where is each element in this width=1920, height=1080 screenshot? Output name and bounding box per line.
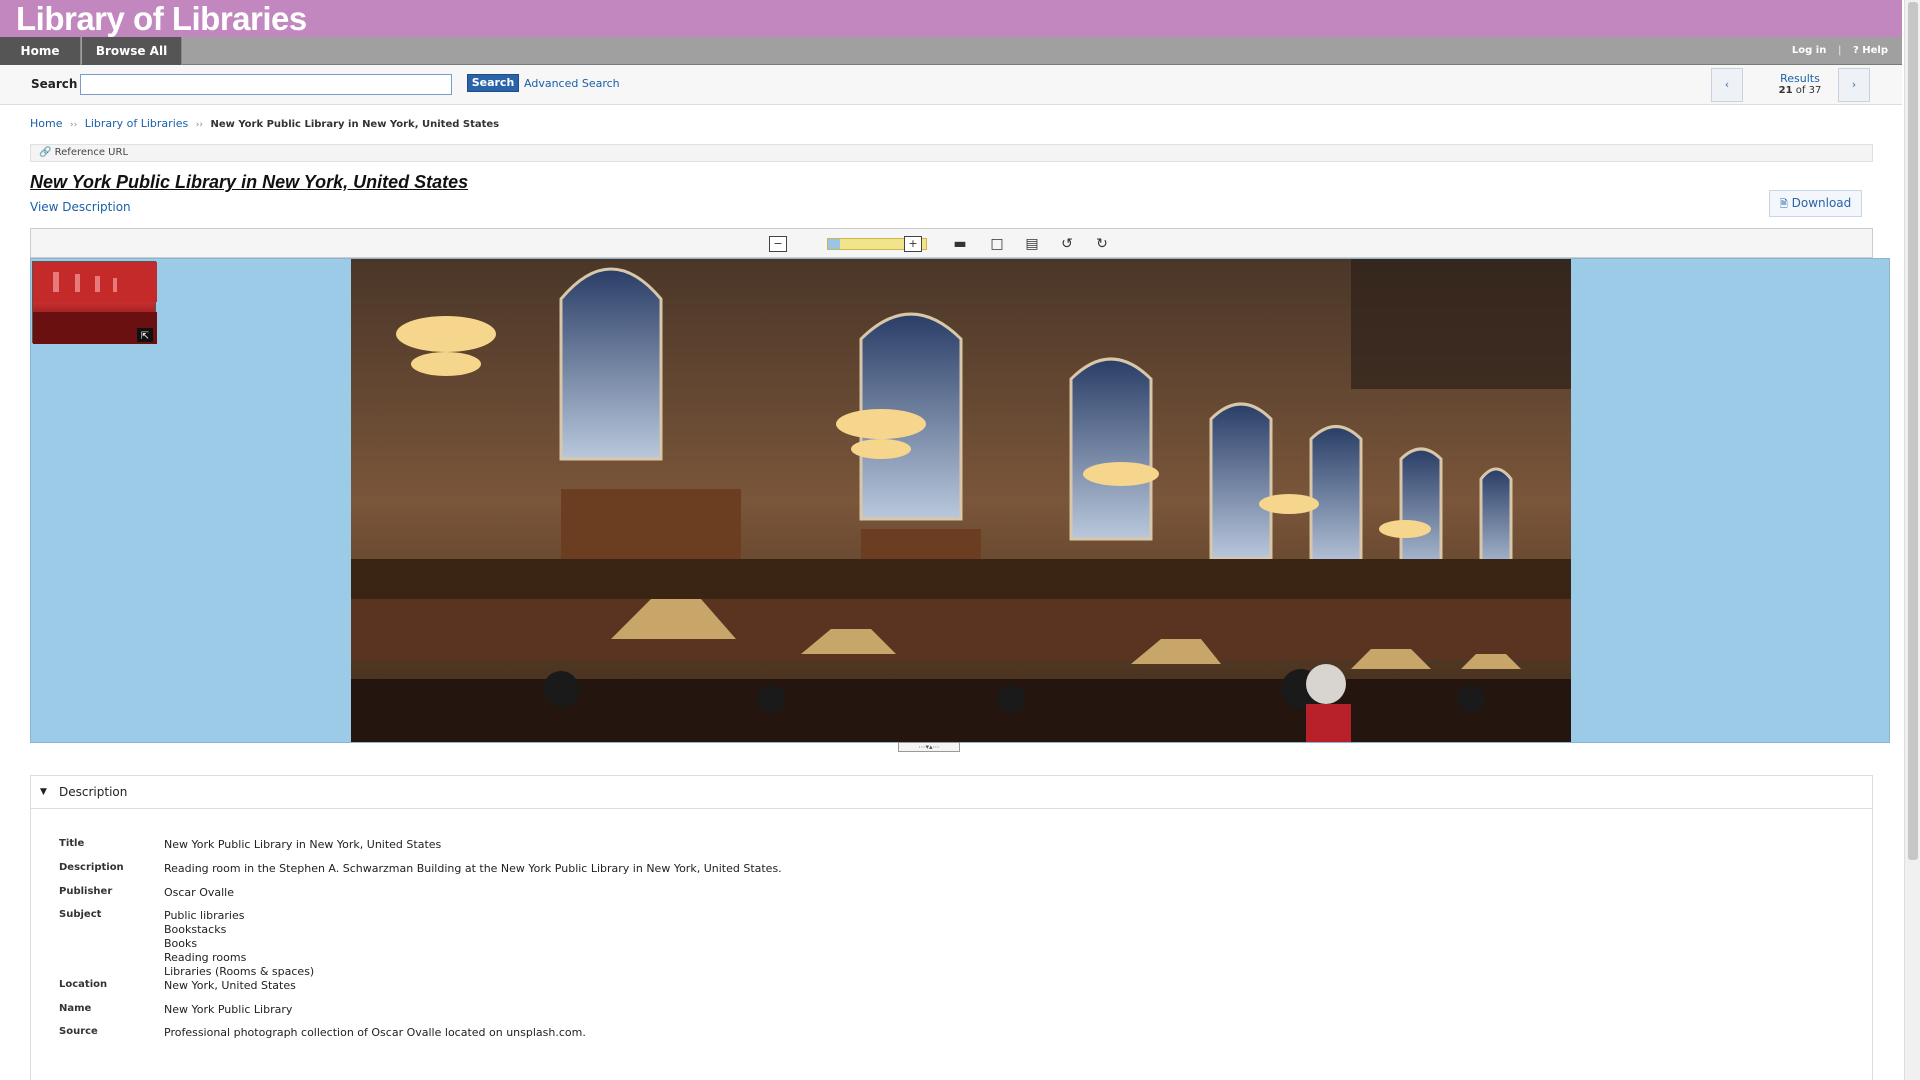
- zoom-level-fill: [828, 239, 840, 249]
- image-viewer[interactable]: ⇱: [30, 258, 1890, 743]
- item-title: New York Public Library in New York, Uni…: [30, 172, 469, 192]
- description-panel: ▼ Description Title New York Public Libra…: [30, 775, 1873, 1080]
- collapse-triangle-icon: ▼: [40, 787, 47, 797]
- download-button[interactable]: 🗎 Download: [1769, 190, 1862, 217]
- fit-page-icon[interactable]: □: [986, 234, 1008, 254]
- results-total: of 37: [1795, 85, 1822, 96]
- main-image: [351, 259, 1571, 742]
- advanced-search-link[interactable]: Advanced Search: [524, 77, 620, 90]
- svg-text:⇱: ⇱: [141, 331, 149, 342]
- subject-item[interactable]: Public libraries: [164, 909, 1564, 923]
- description-field-label: Location: [59, 979, 108, 990]
- breadcrumb-separator: ››: [195, 120, 203, 130]
- viewer-resize-handle[interactable]: ⋯▾▴⋯: [898, 742, 960, 752]
- site-title[interactable]: Library of Libraries: [16, 0, 307, 37]
- subject-item[interactable]: Libraries (Rooms & spaces): [164, 965, 1564, 979]
- description-field-value: New York Public Library in New York, Uni…: [164, 838, 442, 851]
- description-field-value: Oscar Ovalle: [164, 886, 234, 899]
- page-scrollbar[interactable]: [1904, 0, 1920, 1080]
- breadcrumb-collection[interactable]: Library of Libraries: [85, 117, 189, 130]
- description-header-label: Description: [59, 785, 128, 799]
- help-link[interactable]: ? Help: [1853, 45, 1888, 56]
- rotate-left-icon[interactable]: ↺: [1056, 234, 1078, 254]
- description-field-label: Subject: [59, 909, 102, 920]
- subject-item[interactable]: Reading rooms: [164, 951, 1564, 965]
- description-header[interactable]: ▼ Description: [31, 776, 1872, 809]
- download-label: Download: [1791, 196, 1852, 210]
- search-bar: Search Search Advanced Search ‹ Results …: [0, 65, 1902, 105]
- nav-tab-home[interactable]: Home: [0, 37, 81, 65]
- reference-url-bar[interactable]: 🔗 Reference URL: [30, 144, 1873, 162]
- nav-divider: |: [1837, 45, 1842, 56]
- thumbnail-navigator[interactable]: ⇱: [32, 261, 157, 344]
- description-field-value: New York, United States: [164, 979, 296, 992]
- thumbnail-image: ⇱: [33, 262, 157, 344]
- description-field-label: Description: [59, 862, 124, 873]
- viewer-toolbar: − + ▬ □ ▤ ↺ ↻: [30, 228, 1873, 258]
- results-navigator: ‹ Results 21 of 37 ›: [1711, 68, 1889, 102]
- description-field-label: Title: [59, 838, 85, 849]
- reading-room-photo: [351, 259, 1571, 742]
- results-link[interactable]: Results: [1780, 72, 1820, 85]
- minus-icon: −: [773, 237, 783, 250]
- subject-item[interactable]: Books: [164, 937, 1564, 951]
- reference-url-label: Reference URL: [54, 147, 129, 158]
- document-icon: 🗎: [1779, 199, 1788, 210]
- rotate-right-icon[interactable]: ↻: [1091, 234, 1113, 254]
- login-link[interactable]: Log in: [1792, 45, 1826, 56]
- chevron-left-icon: ‹: [1724, 78, 1730, 91]
- chevron-right-icon: ›: [1851, 78, 1857, 91]
- next-result-button[interactable]: ›: [1838, 68, 1870, 102]
- search-label: Search: [31, 77, 78, 91]
- search-input[interactable]: [80, 74, 452, 95]
- breadcrumb-current: New York Public Library in New York, Uni…: [210, 119, 500, 130]
- description-field-value: New York Public Library: [164, 1003, 293, 1016]
- zoom-out-button[interactable]: −: [769, 236, 787, 252]
- description-field-label: Name: [59, 1003, 92, 1014]
- full-screen-icon[interactable]: ▬: [949, 234, 971, 254]
- breadcrumb-home[interactable]: Home: [30, 117, 62, 130]
- search-button[interactable]: Search: [467, 74, 519, 92]
- plus-icon: +: [908, 237, 918, 250]
- nav-tab-browse-all[interactable]: Browse All: [82, 37, 182, 65]
- nav-user-links: Log in | ? Help: [1784, 37, 1888, 65]
- site-banner: Library of Libraries: [0, 0, 1902, 37]
- fit-width-icon[interactable]: ▤: [1021, 234, 1043, 254]
- breadcrumb: Home ›› Library of Libraries ›› New York…: [30, 117, 499, 130]
- main-navbar: Home Browse All Log in | ? Help: [0, 37, 1902, 65]
- zoom-in-button[interactable]: +: [904, 236, 922, 252]
- description-field-label: Publisher: [59, 886, 113, 897]
- view-description-link[interactable]: View Description: [30, 200, 131, 214]
- results-counter: Results 21 of 37: [1751, 73, 1849, 97]
- scrollbar-thumb[interactable]: [1908, 2, 1918, 860]
- results-current: 21: [1778, 85, 1793, 96]
- link-icon: 🔗: [39, 147, 52, 158]
- description-field-list: Public libraries Bookstacks Books Reading r…: [164, 909, 1564, 979]
- previous-result-button[interactable]: ‹: [1711, 68, 1743, 102]
- subject-item[interactable]: Bookstacks: [164, 923, 1564, 937]
- description-field-value: Professional photograph collection of Os…: [164, 1026, 586, 1039]
- breadcrumb-separator: ››: [69, 120, 78, 130]
- description-field-value: Reading room in the Stephen A. Schwarzma…: [164, 862, 782, 875]
- description-field-label: Source: [59, 1026, 98, 1037]
